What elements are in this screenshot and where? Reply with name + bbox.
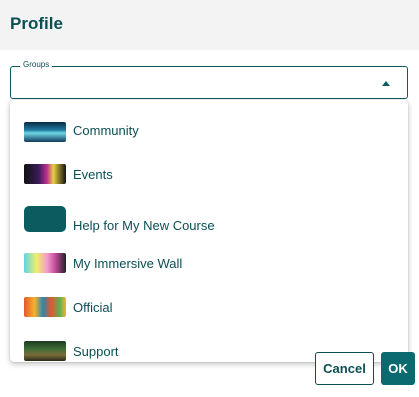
group-option-label: Official (73, 299, 113, 315)
groups-select[interactable]: Groups (10, 59, 408, 99)
group-option-events[interactable]: Events (10, 154, 408, 194)
group-option-label: Events (73, 166, 113, 182)
community-thumbnail (24, 122, 66, 142)
group-option-community[interactable]: Community (10, 110, 408, 150)
official-thumbnail (24, 297, 66, 317)
cancel-button[interactable]: Cancel (315, 352, 374, 385)
events-thumbnail (24, 164, 66, 184)
page-title: Profile (10, 14, 63, 33)
caret-up-icon[interactable] (382, 81, 390, 86)
help-course-thumbnail (24, 206, 66, 232)
group-option-label: Community (73, 122, 139, 138)
group-option-immersive-wall[interactable]: My Immersive Wall (10, 243, 408, 283)
immersive-wall-thumbnail (24, 253, 66, 273)
group-option-label: Help for My New Course (73, 217, 215, 233)
support-thumbnail (24, 341, 66, 361)
ok-button[interactable]: OK (381, 352, 415, 385)
profile-header: Profile (0, 0, 419, 50)
group-option-label: My Immersive Wall (73, 255, 183, 271)
group-option-label: Support (73, 343, 119, 359)
groups-dropdown-menu: Community Events Help for My New Course … (10, 100, 408, 362)
group-option-official[interactable]: Official (10, 287, 408, 327)
groups-select-label: Groups (20, 59, 53, 71)
group-option-help-course[interactable]: Help for My New Course (10, 205, 408, 245)
